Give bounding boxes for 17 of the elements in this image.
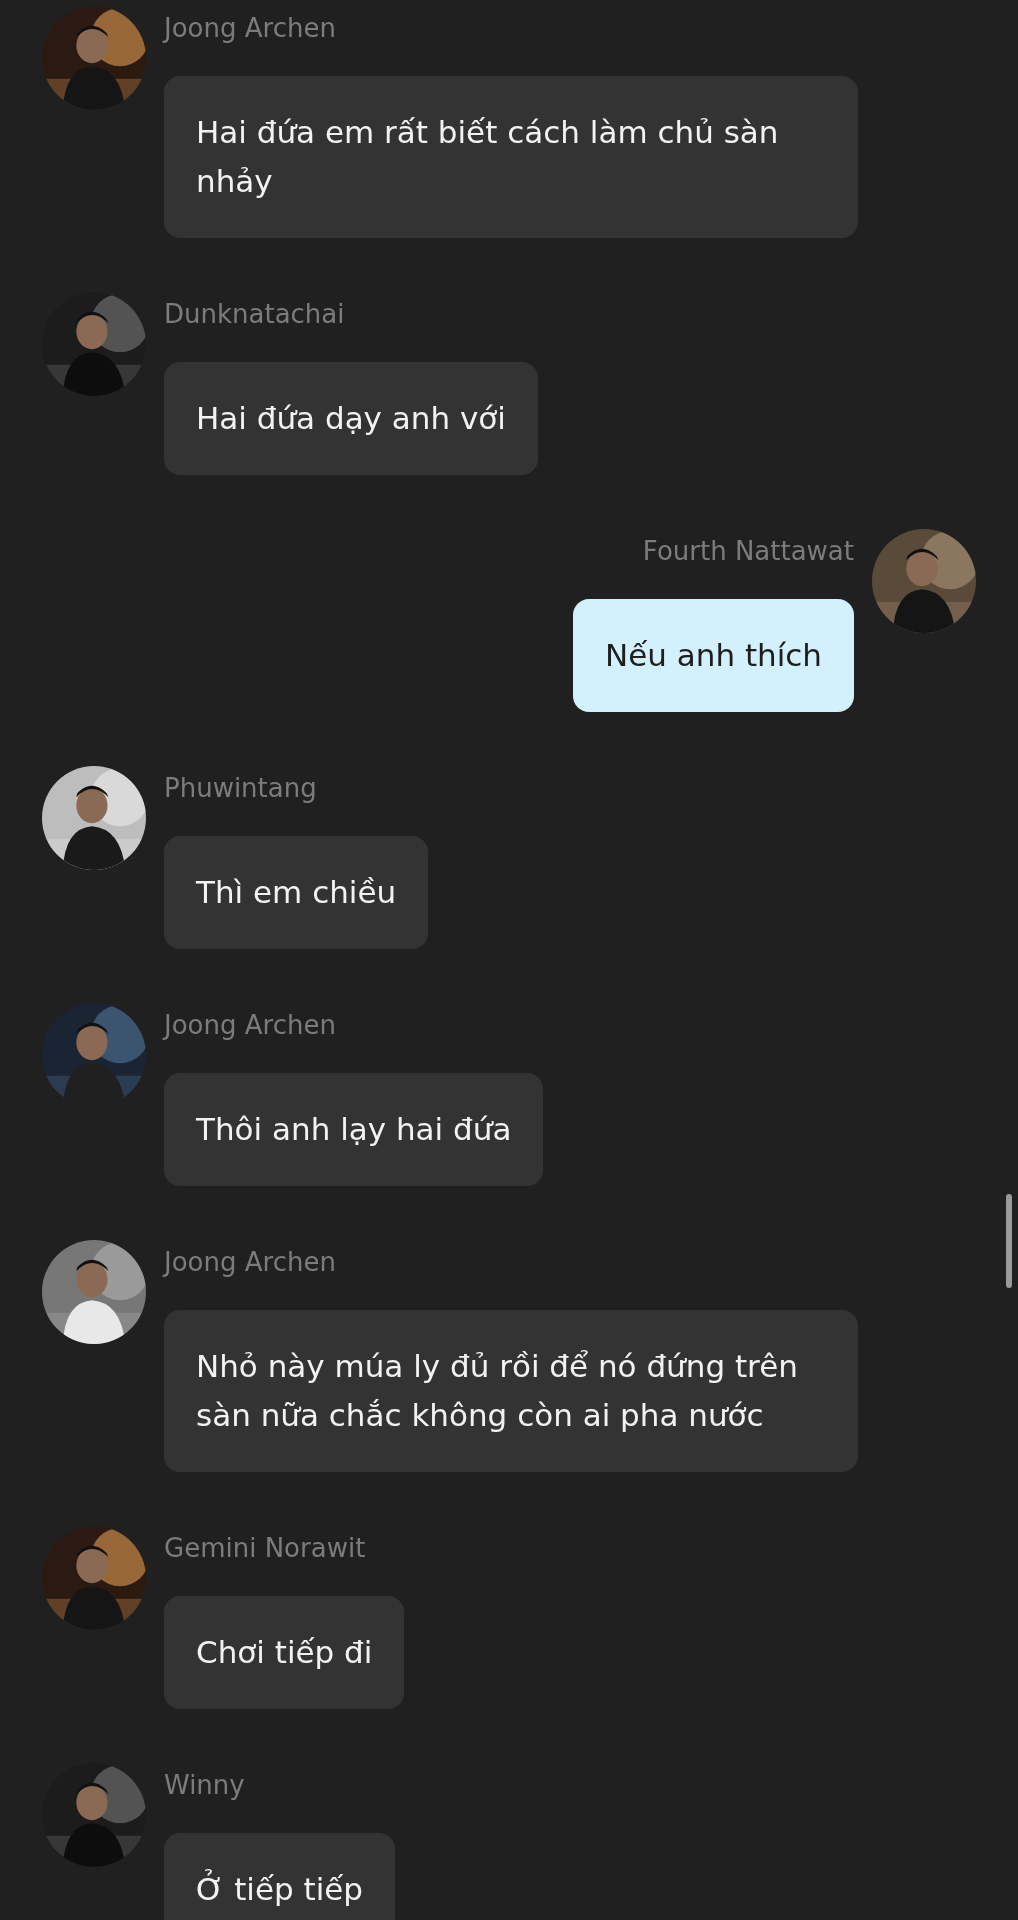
sender-name: Joong Archen	[164, 1246, 336, 1279]
scrollbar[interactable]	[1006, 1194, 1012, 1288]
message-bubble: Thôi anh lạy hai đứa	[164, 1073, 544, 1186]
sender-name: Phuwintang	[164, 772, 317, 805]
sender-name: Fourth Nattawat	[642, 535, 854, 568]
message-bubble: Chơi tiếp đi	[164, 1596, 405, 1709]
sender-name: Joong Archen	[164, 1009, 336, 1042]
message-bubble: Nhỏ này múa ly đủ rồi để nó đứng trên sàn nữa chắc không còn ai pha nước	[164, 1310, 858, 1472]
sender-name: Gemini Norawit	[164, 1532, 366, 1565]
message-bubble: Thì em chiều	[164, 836, 429, 949]
message-bubble: Ở tiếp tiếp	[164, 1833, 396, 1920]
sender-name: Joong Archen	[164, 12, 336, 45]
message-bubble: Hai đứa dạy anh với	[164, 362, 538, 475]
sender-name: Dunknatachai	[164, 298, 345, 331]
sender-name: Winny	[164, 1769, 245, 1802]
message-bubble: Hai đứa em rất biết cách làm chủ sàn nhảy	[164, 76, 858, 238]
message-bubble: Nếu anh thích	[573, 599, 854, 712]
